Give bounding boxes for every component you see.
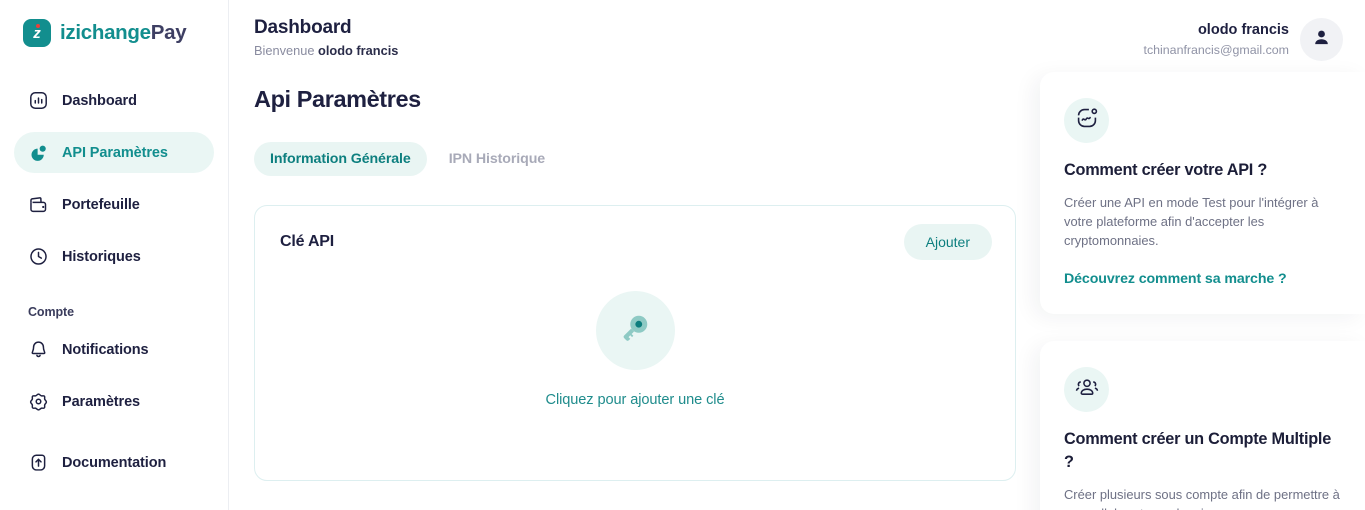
sidebar-nav: Dashboard API Paramètres Portefeuille Hi… xyxy=(0,52,228,483)
tab-ipn-historique[interactable]: IPN Historique xyxy=(433,142,561,176)
user-icon xyxy=(1311,27,1332,53)
user-meta: olodo francis tchinanfrancis@gmail.com xyxy=(1144,22,1290,56)
info-card-body: Créer une API en mode Test pour l'intégr… xyxy=(1064,194,1319,249)
main-area: Dashboard Bienvenue olodo francis olodo … xyxy=(229,0,1365,510)
welcome-message: Bienvenue olodo francis xyxy=(254,43,398,58)
tab-bar: Information Générale IPN Historique xyxy=(254,142,1015,176)
sidebar: z izichangePay Dashboard API Paramètres … xyxy=(0,0,229,510)
sidebar-item-historiques[interactable]: Historiques xyxy=(14,236,214,277)
sidebar-item-notifications[interactable]: Notifications xyxy=(14,329,214,370)
document-upload-icon xyxy=(27,452,49,474)
sidebar-section-title: Compte xyxy=(28,305,74,319)
avatar[interactable] xyxy=(1300,18,1343,61)
clock-icon xyxy=(27,246,49,268)
page-header: Dashboard Bienvenue olodo francis xyxy=(254,16,398,58)
empty-state-add-key[interactable]: Cliquez pour ajouter une clé xyxy=(255,291,1015,408)
rail-icon-circle-users xyxy=(1064,366,1109,412)
card-title: Clé API xyxy=(280,233,335,250)
content-left: Api Paramètres Information Générale IPN … xyxy=(229,72,1016,481)
gear-icon xyxy=(27,391,49,413)
bar-chart-icon xyxy=(27,90,49,112)
brand-logo[interactable]: z izichangePay xyxy=(0,0,228,52)
empty-state-icon-circle xyxy=(595,291,675,370)
info-card-body: Créer plusieurs sous compte afin de perm… xyxy=(1064,486,1340,510)
sidebar-item-label: Documentation xyxy=(62,454,167,471)
sidebar-item-documentation[interactable]: Documentation xyxy=(14,442,214,483)
card-header: Clé API Ajouter xyxy=(255,206,1015,260)
add-api-key-button[interactable]: Ajouter xyxy=(903,224,992,260)
activity-chart-icon xyxy=(1075,106,1099,135)
info-card-title: Comment créer votre API ? xyxy=(1064,161,1268,179)
rail-icon-circle-api xyxy=(1064,98,1109,143)
sidebar-item-label: Historiques xyxy=(62,248,141,265)
user-block[interactable]: olodo francis tchinanfrancis@gmail.com xyxy=(1144,16,1343,61)
sidebar-item-label: Portefeuille xyxy=(62,196,140,213)
sidebar-item-api-parametres[interactable]: API Paramètres xyxy=(14,132,214,173)
welcome-user-name: olodo francis xyxy=(318,42,399,58)
user-name: olodo francis xyxy=(1197,22,1289,39)
empty-state-text: Cliquez pour ajouter une clé xyxy=(545,392,725,408)
api-key-card: Clé API Ajouter Cliquez pour ajouter une… xyxy=(254,205,1016,481)
sidebar-item-label: Paramètres xyxy=(62,393,140,410)
key-icon xyxy=(615,308,655,353)
info-card-title: Comment créer un Compte Multiple ? xyxy=(1064,429,1332,472)
pie-chart-icon xyxy=(27,142,49,164)
info-card-link[interactable]: Découvrez comment sa marche ? xyxy=(1064,271,1287,287)
info-card-api: Comment créer votre API ? Créer une API … xyxy=(1040,72,1365,314)
brand-name-secondary: Pay xyxy=(150,20,187,44)
page-title: Dashboard xyxy=(254,17,352,38)
section-title: Api Paramètres xyxy=(254,86,421,112)
wallet-icon xyxy=(27,194,49,216)
bell-icon xyxy=(27,339,49,361)
logo-letter: z xyxy=(33,24,41,42)
topbar: Dashboard Bienvenue olodo francis olodo … xyxy=(229,0,1365,72)
users-group-icon xyxy=(1075,375,1099,404)
app-root: z izichangePay Dashboard API Paramètres … xyxy=(0,0,1365,510)
brand-wordmark: izichangePay xyxy=(60,20,187,44)
info-card-compte-multiple: Comment créer un Compte Multiple ? Créer… xyxy=(1040,340,1365,510)
brand-name-primary: izichange xyxy=(60,20,151,44)
user-email: tchinanfrancis@gmail.com xyxy=(1143,42,1290,57)
sidebar-item-portefeuille[interactable]: Portefeuille xyxy=(14,184,214,225)
welcome-prefix: Bienvenue xyxy=(254,42,315,58)
info-rail: Comment créer votre API ? Créer une API … xyxy=(1040,72,1365,510)
nav-spacer-2 xyxy=(14,433,214,442)
sidebar-item-label: Dashboard xyxy=(62,92,137,109)
sidebar-item-dashboard[interactable]: Dashboard xyxy=(14,80,214,121)
sidebar-item-label: API Paramètres xyxy=(62,144,168,161)
izichange-logo-mark: z xyxy=(23,19,51,47)
sidebar-item-parametres[interactable]: Paramètres xyxy=(14,381,214,422)
tab-information-generale[interactable]: Information Générale xyxy=(254,142,427,176)
sidebar-item-label: Notifications xyxy=(62,341,149,358)
